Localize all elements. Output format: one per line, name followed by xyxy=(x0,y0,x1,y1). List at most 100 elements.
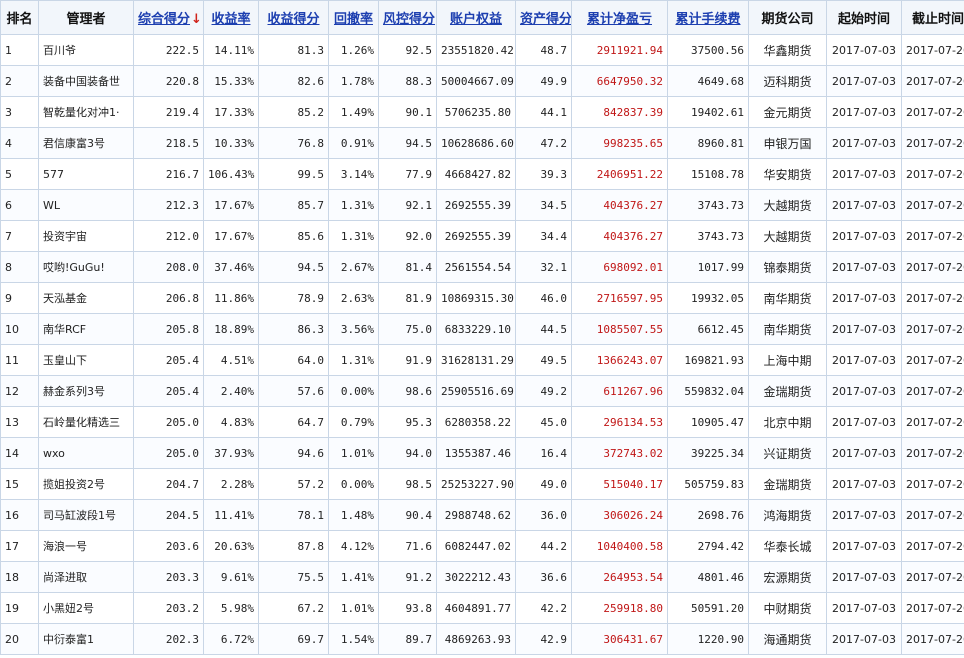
cell-end-date: 2017-07-26 xyxy=(901,220,964,252)
header-cumulative-net-pnl-label: 累计净盈亏 xyxy=(586,12,652,27)
cell-end-date: 2017-07-26 xyxy=(901,282,964,314)
cell-return-rate: 37.93% xyxy=(203,437,259,469)
cell-drawdown-rate: 0.00% xyxy=(328,468,379,500)
cell-return-rate: 9.61% xyxy=(203,561,259,593)
header-cumulative-net-pnl[interactable]: 累计净盈亏 xyxy=(571,0,668,35)
cell-futures-company: 华泰长城 xyxy=(748,530,827,562)
cell-return-score: 64.0 xyxy=(258,344,329,376)
cell-asset-score: 34.4 xyxy=(515,220,572,252)
cell-start-date: 2017-07-03 xyxy=(826,65,902,97)
cell-drawdown-rate: 0.91% xyxy=(328,127,379,159)
table-row: 11 玉皇山下 205.4 4.51% 64.0 1.31% 91.9 31628131.29… xyxy=(0,344,964,376)
cell-asset-score: 47.2 xyxy=(515,127,572,159)
cell-rank: 6 xyxy=(0,189,39,221)
cell-cumulative-fees: 19932.05 xyxy=(667,282,749,314)
cell-cumulative-net-pnl: 1040400.58 xyxy=(571,530,668,562)
header-row: 排名 管理者 综合得分↓ 收益率 收益得分 回撤率 风控得分 账户权益 资产得分 累计净盈亏 累计手… xyxy=(0,0,964,35)
cell-return-rate: 15.33% xyxy=(203,65,259,97)
cell-return-score: 57.2 xyxy=(258,468,329,500)
cell-end-date: 2017-07-26 xyxy=(901,34,964,66)
cell-return-score: 64.7 xyxy=(258,406,329,438)
cell-rank: 11 xyxy=(0,344,39,376)
header-account-equity[interactable]: 账户权益 xyxy=(436,0,516,35)
table-row: 5 577 216.7 106.43% 99.5 3.14% 77.9 4668427.82 3… xyxy=(0,158,964,190)
cell-return-rate: 18.89% xyxy=(203,313,259,345)
cell-manager: 尚泽进取 xyxy=(38,561,134,593)
cell-return-score: 78.1 xyxy=(258,499,329,531)
cell-composite-score: 220.8 xyxy=(133,65,204,97)
cell-futures-company: 上海中期 xyxy=(748,344,827,376)
header-start-date: 起始时间 xyxy=(826,0,902,35)
cell-cumulative-fees: 1220.90 xyxy=(667,623,749,655)
cell-return-rate: 5.98% xyxy=(203,592,259,624)
cell-futures-company: 宏源期货 xyxy=(748,561,827,593)
header-drawdown-rate[interactable]: 回撤率 xyxy=(328,0,379,35)
header-rank-label: 排名 xyxy=(6,12,33,27)
cell-drawdown-rate: 0.79% xyxy=(328,406,379,438)
cell-return-score: 85.7 xyxy=(258,189,329,221)
cell-start-date: 2017-07-03 xyxy=(826,220,902,252)
cell-cumulative-net-pnl: 515040.17 xyxy=(571,468,668,500)
cell-rank: 18 xyxy=(0,561,39,593)
header-cumulative-fees-label: 累计手续费 xyxy=(675,12,741,27)
cell-drawdown-rate: 1.41% xyxy=(328,561,379,593)
cell-manager: 装备中国装备世 xyxy=(38,65,134,97)
cell-cumulative-net-pnl: 306431.67 xyxy=(571,623,668,655)
table-row: 20 中衍泰富1 202.3 6.72% 69.7 1.54% 89.7 4869263.93… xyxy=(0,623,964,655)
header-asset-score-label: 资产得分 xyxy=(520,12,572,27)
cell-risk-score: 81.4 xyxy=(378,251,437,283)
cell-rank: 14 xyxy=(0,437,39,469)
cell-end-date: 2017-07-26 xyxy=(901,158,964,190)
cell-asset-score: 16.4 xyxy=(515,437,572,469)
cell-end-date: 2017-07-26 xyxy=(901,96,964,128)
cell-composite-score: 205.0 xyxy=(133,437,204,469)
cell-account-equity: 2561554.54 xyxy=(436,251,516,283)
cell-return-rate: 2.40% xyxy=(203,375,259,407)
header-return-rate[interactable]: 收益率 xyxy=(203,0,259,35)
cell-futures-company: 南华期货 xyxy=(748,282,827,314)
cell-cumulative-net-pnl: 404376.27 xyxy=(571,189,668,221)
cell-return-score: 57.6 xyxy=(258,375,329,407)
header-end-date: 截止时间 xyxy=(901,0,964,35)
cell-risk-score: 98.5 xyxy=(378,468,437,500)
header-cumulative-fees[interactable]: 累计手续费 xyxy=(667,0,749,35)
cell-cumulative-fees: 2698.76 xyxy=(667,499,749,531)
cell-manager: 南华RCF xyxy=(38,313,134,345)
cell-start-date: 2017-07-03 xyxy=(826,437,902,469)
header-composite-score[interactable]: 综合得分↓ xyxy=(133,0,204,35)
header-return-score-label: 收益得分 xyxy=(267,12,320,27)
cell-cumulative-net-pnl: 264953.54 xyxy=(571,561,668,593)
cell-end-date: 2017-07-26 xyxy=(901,344,964,376)
cell-start-date: 2017-07-03 xyxy=(826,251,902,283)
cell-composite-score: 218.5 xyxy=(133,127,204,159)
cell-rank: 9 xyxy=(0,282,39,314)
cell-drawdown-rate: 1.48% xyxy=(328,499,379,531)
header-risk-score[interactable]: 风控得分 xyxy=(378,0,437,35)
cell-asset-score: 34.5 xyxy=(515,189,572,221)
cell-manager: 哎哟!GuGu! xyxy=(38,251,134,283)
cell-asset-score: 42.9 xyxy=(515,623,572,655)
cell-risk-score: 71.6 xyxy=(378,530,437,562)
cell-composite-score: 205.4 xyxy=(133,375,204,407)
cell-drawdown-rate: 1.49% xyxy=(328,96,379,128)
cell-return-score: 69.7 xyxy=(258,623,329,655)
table-row: 17 海浪一号 203.6 20.63% 87.8 4.12% 71.6 6082447.02… xyxy=(0,530,964,562)
cell-rank: 12 xyxy=(0,375,39,407)
sort-desc-icon[interactable]: ↓ xyxy=(191,12,202,27)
cell-composite-score: 216.7 xyxy=(133,158,204,190)
cell-return-score: 85.2 xyxy=(258,96,329,128)
cell-account-equity: 6280358.22 xyxy=(436,406,516,438)
cell-start-date: 2017-07-03 xyxy=(826,34,902,66)
cell-futures-company: 兴证期货 xyxy=(748,437,827,469)
cell-cumulative-net-pnl: 2406951.22 xyxy=(571,158,668,190)
cell-return-rate: 37.46% xyxy=(203,251,259,283)
header-asset-score[interactable]: 资产得分 xyxy=(515,0,572,35)
header-return-score[interactable]: 收益得分 xyxy=(258,0,329,35)
cell-asset-score: 44.2 xyxy=(515,530,572,562)
cell-cumulative-fees: 10905.47 xyxy=(667,406,749,438)
cell-start-date: 2017-07-03 xyxy=(826,313,902,345)
cell-futures-company: 金元期货 xyxy=(748,96,827,128)
cell-rank: 17 xyxy=(0,530,39,562)
cell-account-equity: 2692555.39 xyxy=(436,189,516,221)
cell-end-date: 2017-07-26 xyxy=(901,561,964,593)
